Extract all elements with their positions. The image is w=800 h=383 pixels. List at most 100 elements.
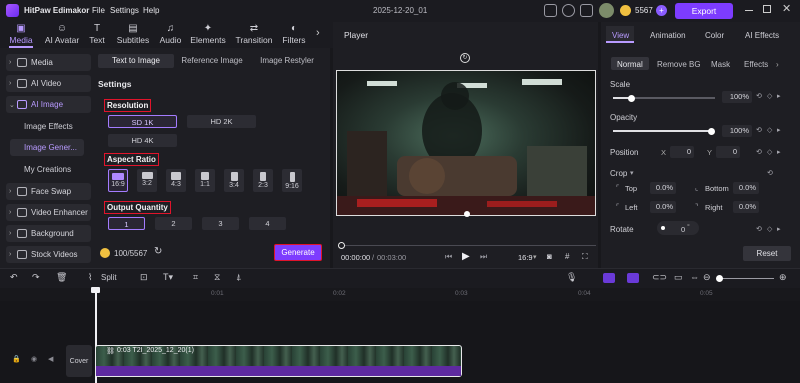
resolution-sd-1k[interactable]: SD 1K [108, 115, 177, 128]
minimize-icon[interactable] [745, 10, 753, 11]
sidebar-item-media[interactable]: › Media [6, 54, 91, 71]
scale-slider[interactable] [613, 94, 715, 102]
tab-filters[interactable]: ◐ Filters [280, 23, 308, 47]
redo-icon[interactable]: ↷ [32, 272, 40, 283]
export-button[interactable]: Export [675, 3, 733, 19]
reset-icon[interactable]: ⟲ [756, 225, 762, 233]
tab-animation[interactable]: Animation [650, 31, 686, 40]
zoom-slider[interactable] [718, 278, 774, 279]
crop-bottom-input[interactable]: 0.0% [733, 182, 759, 194]
subtab-mask[interactable]: Mask [711, 60, 730, 69]
link-icon[interactable] [603, 273, 615, 283]
sidebar-item-face-swap[interactable]: › Face Swap [6, 183, 91, 200]
filter-icon[interactable]: ⊡ [140, 272, 148, 283]
resolution-hd-2k[interactable]: HD 2K [187, 115, 256, 128]
refresh-icon[interactable]: ↻ [154, 246, 162, 257]
motion-icon[interactable]: ⍋ [236, 272, 241, 283]
crop-top-input[interactable]: 0.0% [650, 182, 676, 194]
caption-icon[interactable]: ▭ [674, 272, 683, 283]
fit-icon[interactable]: ⇔ [690, 272, 699, 282]
tab-color[interactable]: Color [705, 31, 724, 40]
chevron-right-icon[interactable]: › [776, 60, 779, 69]
sidebar-item-ai-video[interactable]: › AI Video [6, 75, 91, 92]
quantity-1[interactable]: 1 [108, 217, 145, 230]
opacity-value[interactable]: 100% [722, 125, 752, 137]
fullscreen-icon[interactable]: ⛶ [582, 252, 588, 262]
tab-media[interactable]: ▣ Media [6, 23, 36, 47]
avatar[interactable] [599, 3, 614, 18]
ratio-9-16[interactable]: 9:16 [282, 169, 302, 192]
tab-ai-effects[interactable]: AI Effects [745, 31, 779, 40]
tab-text-to-image[interactable]: Text to Image [98, 54, 174, 68]
chevron-right-icon[interactable]: › [316, 27, 320, 39]
video-preview[interactable] [336, 70, 596, 216]
tab-elements[interactable]: ✦ Elements [189, 23, 227, 47]
help-icon[interactable] [562, 4, 575, 17]
crop-tool-icon[interactable]: ⌗ [193, 272, 198, 283]
scale-value[interactable]: 100% [722, 91, 752, 103]
sidebar-item-background[interactable]: › Background [6, 225, 91, 242]
add-credits-button[interactable]: + [656, 5, 667, 16]
scale-slider-knob[interactable] [628, 94, 635, 102]
message-icon[interactable] [580, 4, 593, 17]
chain-icon[interactable]: ⊂⊃ [652, 272, 667, 283]
keyframe-icon[interactable]: ◇ [767, 92, 772, 100]
keyframe-next-icon[interactable]: ▸ [777, 225, 781, 233]
opacity-slider-knob[interactable] [707, 127, 715, 135]
ratio-16-9[interactable]: 16:9 [108, 169, 128, 192]
text-tool-icon[interactable]: T▾ [163, 272, 173, 283]
sidebar-item-ai-image[interactable]: ⌄ AI Image [6, 96, 91, 113]
play-icon[interactable]: ▶ [462, 251, 470, 262]
ratio-3-4[interactable]: 3:4 [224, 169, 244, 192]
reset-icon[interactable]: ⟲ [756, 126, 762, 134]
split-label[interactable]: Split [101, 273, 117, 282]
quantity-2[interactable]: 2 [155, 217, 192, 230]
close-icon[interactable]: ✕ [782, 2, 791, 15]
generate-button[interactable]: Generate [274, 244, 322, 261]
zoom-slider-knob[interactable] [716, 275, 723, 282]
ratio-4-3[interactable]: 4:3 [166, 169, 186, 192]
microphone-icon[interactable]: 🎙 [566, 272, 577, 283]
zoom-in-icon[interactable]: ⊕ [779, 272, 787, 283]
menu-settings[interactable]: Settings [110, 6, 139, 15]
playhead-handle[interactable] [91, 287, 100, 293]
resize-handle[interactable] [464, 211, 470, 217]
screen-icon[interactable] [544, 4, 557, 17]
ratio-3-2[interactable]: 3:2 [137, 169, 157, 192]
tab-view[interactable]: View [612, 31, 629, 40]
player-progress-track[interactable] [340, 245, 596, 246]
keyframe-icon[interactable]: ◇ [767, 148, 772, 156]
keyframe-icon[interactable]: ◇ [767, 126, 772, 134]
delete-icon[interactable]: 🗑 [56, 272, 67, 283]
keyframe-next-icon[interactable]: ▸ [777, 126, 781, 134]
reset-icon[interactable]: ⟲ [756, 148, 762, 156]
timeline-ruler[interactable] [95, 288, 800, 301]
pos-y-input[interactable]: 0 [716, 146, 740, 158]
maximize-icon[interactable] [763, 5, 771, 13]
subtab-normal[interactable]: Normal [617, 60, 643, 69]
next-frame-icon[interactable]: ⏭ [480, 252, 487, 262]
menu-help[interactable]: Help [143, 6, 159, 15]
player-progress-knob[interactable] [338, 242, 345, 249]
sidebar-item-stock-videos[interactable]: › Stock Videos [6, 246, 91, 263]
ratio-2-3[interactable]: 2:3 [253, 169, 273, 192]
keyframe-next-icon[interactable]: ▸ [777, 148, 781, 156]
prev-frame-icon[interactable]: ⏮ [445, 252, 452, 262]
reset-icon[interactable]: ⟲ [767, 169, 773, 177]
zoom-out-icon[interactable]: ⊖ [703, 272, 711, 283]
pos-x-input[interactable]: 0 [670, 146, 694, 158]
subtab-remove-bg[interactable]: Remove BG [657, 60, 701, 69]
tab-ai-avatar[interactable]: ☺ AI Avatar [42, 23, 82, 47]
track-visibility-icon[interactable]: ◉ [31, 355, 37, 363]
ratio-1-1[interactable]: 1:1 [195, 169, 215, 192]
cover-button[interactable]: Cover [66, 345, 92, 377]
tab-audio[interactable]: ♫ Audio [157, 23, 184, 47]
tab-text[interactable]: T Text [86, 23, 108, 47]
reset-button[interactable]: Reset [743, 246, 791, 261]
split-icon[interactable]: ⌇ [88, 272, 92, 283]
sidebar-sub-image-effects[interactable]: Image Effects [10, 118, 84, 135]
subtab-effects[interactable]: Effects [744, 60, 768, 69]
chevron-down-icon[interactable]: ▾ [630, 169, 634, 177]
grid-icon[interactable]: # [565, 252, 569, 261]
tab-image-restyler[interactable]: Image Restyler [254, 54, 320, 68]
